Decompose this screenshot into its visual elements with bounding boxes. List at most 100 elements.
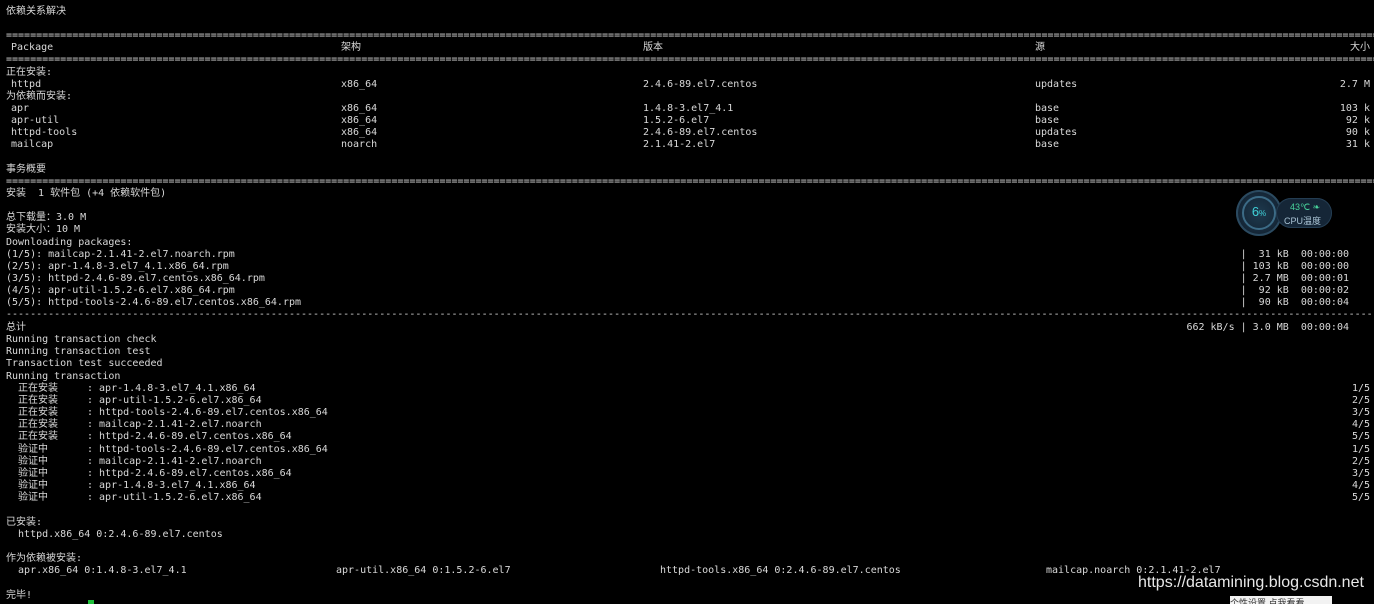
- download-stat: | 90 kB 00:00:04: [1240, 297, 1349, 308]
- cpu-percent-unit: %: [1259, 209, 1267, 218]
- download-file: (2/5): apr-1.4.8-3.el7_4.1.x86_64.rpm: [6, 261, 229, 272]
- pkg-version: 1.4.8-3.el7_4.1: [643, 103, 734, 114]
- pkg-name: apr: [11, 103, 30, 114]
- total-label: 总计: [6, 322, 26, 333]
- step-action: 正在安装: [6, 419, 59, 430]
- pkg-repo: base: [1035, 115, 1060, 126]
- step-count: 1/5: [1351, 383, 1370, 394]
- deps-label: 为依赖而安装:: [6, 91, 73, 102]
- pkg-size: 2.7 M: [1339, 79, 1370, 90]
- step-pkg: : apr-util-1.5.2-6.el7.x86_64: [87, 492, 262, 503]
- download-stat: | 2.7 MB 00:00:01: [1240, 273, 1349, 284]
- step-pkg: : mailcap-2.1.41-2.el7.noarch: [87, 419, 262, 430]
- step-count: 5/5: [1351, 492, 1370, 503]
- step-pkg: : httpd-2.4.6-89.el7.centos.x86_64: [87, 468, 292, 479]
- step-count: 2/5: [1351, 456, 1370, 467]
- step-action: 正在安装: [6, 407, 59, 418]
- header-package: Package: [11, 42, 54, 53]
- step-action: 正在安装: [6, 383, 59, 394]
- step-pkg: : httpd-2.4.6-89.el7.centos.x86_64: [87, 431, 292, 442]
- tx-line: Transaction test succeeded: [6, 358, 163, 369]
- cpu-temp-value: 43℃: [1290, 202, 1311, 212]
- dep-installed-item: apr-util.x86_64 0:1.5.2-6.el7: [336, 565, 511, 576]
- pkg-repo: base: [1035, 139, 1060, 150]
- step-count: 5/5: [1351, 431, 1370, 442]
- step-count: 1/5: [1351, 444, 1370, 455]
- total-download: 总下载量：3.0 M: [6, 212, 87, 223]
- pkg-name: httpd: [11, 79, 42, 90]
- pkg-version: 2.1.41-2.el7: [643, 139, 716, 150]
- download-stat: | 92 kB 00:00:02: [1240, 285, 1349, 296]
- cpu-temp-pill: 43℃ ❧ CPU温度: [1276, 198, 1332, 228]
- step-pkg: : mailcap-2.1.41-2.el7.noarch: [87, 456, 262, 467]
- cpu-temp: 43℃ ❧: [1290, 202, 1320, 213]
- dep-installed-item: httpd-tools.x86_64 0:2.4.6-89.el7.centos: [660, 565, 901, 576]
- step-action: 验证中: [6, 444, 49, 455]
- step-pkg: : apr-1.4.8-3.el7_4.1.x86_64: [87, 480, 256, 491]
- pkg-size: 103 k: [1339, 103, 1370, 114]
- pkg-repo: updates: [1035, 79, 1078, 90]
- header-repo: 源: [1035, 42, 1045, 53]
- step-pkg: : httpd-tools-2.4.6-89.el7.centos.x86_64: [87, 444, 328, 455]
- step-pkg: : apr-1.4.8-3.el7_4.1.x86_64: [87, 383, 256, 394]
- downloading-line: Downloading packages:: [6, 237, 133, 248]
- pkg-name: httpd-tools: [11, 127, 78, 138]
- pkg-size: 92 k: [1345, 115, 1370, 126]
- pkg-arch: x86_64: [341, 79, 378, 90]
- terminal-window[interactable]: 依赖关系解决 =================================…: [0, 0, 1374, 604]
- step-action: 验证中: [6, 480, 49, 491]
- title-line: 依赖关系解决: [6, 6, 66, 17]
- separator: ========================================…: [6, 176, 1374, 187]
- header-arch: 架构: [341, 42, 361, 53]
- done-line: 完毕!: [6, 590, 33, 601]
- summary-label: 事务概要: [6, 164, 46, 175]
- cpu-percent-value: 6: [1251, 204, 1260, 219]
- pkg-arch: x86_64: [341, 115, 378, 126]
- installed-pkg: httpd.x86_64 0:2.4.6-89.el7.centos: [6, 529, 223, 540]
- leaf-icon: ❧: [1312, 202, 1321, 212]
- pkg-arch: x86_64: [341, 103, 378, 114]
- install-summary: 安装 1 软件包 (+4 依赖软件包): [6, 188, 167, 199]
- pkg-arch: x86_64: [341, 127, 378, 138]
- step-count: 2/5: [1351, 395, 1370, 406]
- download-stat: | 103 kB 00:00:00: [1240, 261, 1349, 272]
- step-action: 验证中: [6, 456, 49, 467]
- header-version: 版本: [643, 42, 663, 53]
- widget-popup-menu[interactable]: 个性设置 点我看看: [1230, 596, 1332, 604]
- step-action: 验证中: [6, 468, 49, 479]
- step-action: 验证中: [6, 492, 49, 503]
- step-action: 正在安装: [6, 395, 59, 406]
- pkg-version: 2.4.6-89.el7.centos: [643, 79, 758, 90]
- step-pkg: : httpd-tools-2.4.6-89.el7.centos.x86_64: [87, 407, 328, 418]
- installing-label: 正在安装:: [6, 67, 53, 78]
- cpu-temp-label: CPU温度: [1284, 216, 1322, 226]
- pkg-version: 1.5.2-6.el7: [643, 115, 710, 126]
- pkg-repo: updates: [1035, 127, 1078, 138]
- total-stat: 662 kB/s | 3.0 MB 00:00:04: [1186, 322, 1349, 333]
- cpu-monitor-widget[interactable]: 6% 43℃ ❧ CPU温度: [1236, 190, 1336, 236]
- download-file: (1/5): mailcap-2.1.41-2.el7.noarch.rpm: [6, 249, 235, 260]
- separator: ========================================…: [6, 54, 1374, 65]
- tx-line: Running transaction test: [6, 346, 151, 357]
- watermark: https://datamining.blog.csdn.net: [1138, 574, 1364, 591]
- pkg-version: 2.4.6-89.el7.centos: [643, 127, 758, 138]
- step-count: 3/5: [1351, 468, 1370, 479]
- download-file: (4/5): apr-util-1.5.2-6.el7.x86_64.rpm: [6, 285, 235, 296]
- download-file: (5/5): httpd-tools-2.4.6-89.el7.centos.x…: [6, 297, 302, 308]
- step-count: 3/5: [1351, 407, 1370, 418]
- step-pkg: : apr-util-1.5.2-6.el7.x86_64: [87, 395, 262, 406]
- install-size: 安装大小：10 M: [6, 224, 81, 235]
- step-count: 4/5: [1351, 480, 1370, 491]
- download-file: (3/5): httpd-2.4.6-89.el7.centos.x86_64.…: [6, 273, 265, 284]
- dep-installed-label: 作为依赖被安装:: [6, 553, 83, 564]
- step-action: 正在安装: [6, 431, 59, 442]
- pkg-name: mailcap: [11, 139, 54, 150]
- download-stat: | 31 kB 00:00:00: [1240, 249, 1349, 260]
- pkg-arch: noarch: [341, 139, 378, 150]
- separator: ========================================…: [6, 30, 1374, 41]
- tx-line: Running transaction: [6, 371, 121, 382]
- step-count: 4/5: [1351, 419, 1370, 430]
- pkg-size: 90 k: [1345, 127, 1370, 138]
- pkg-name: apr-util: [11, 115, 60, 126]
- tx-line: Running transaction check: [6, 334, 157, 345]
